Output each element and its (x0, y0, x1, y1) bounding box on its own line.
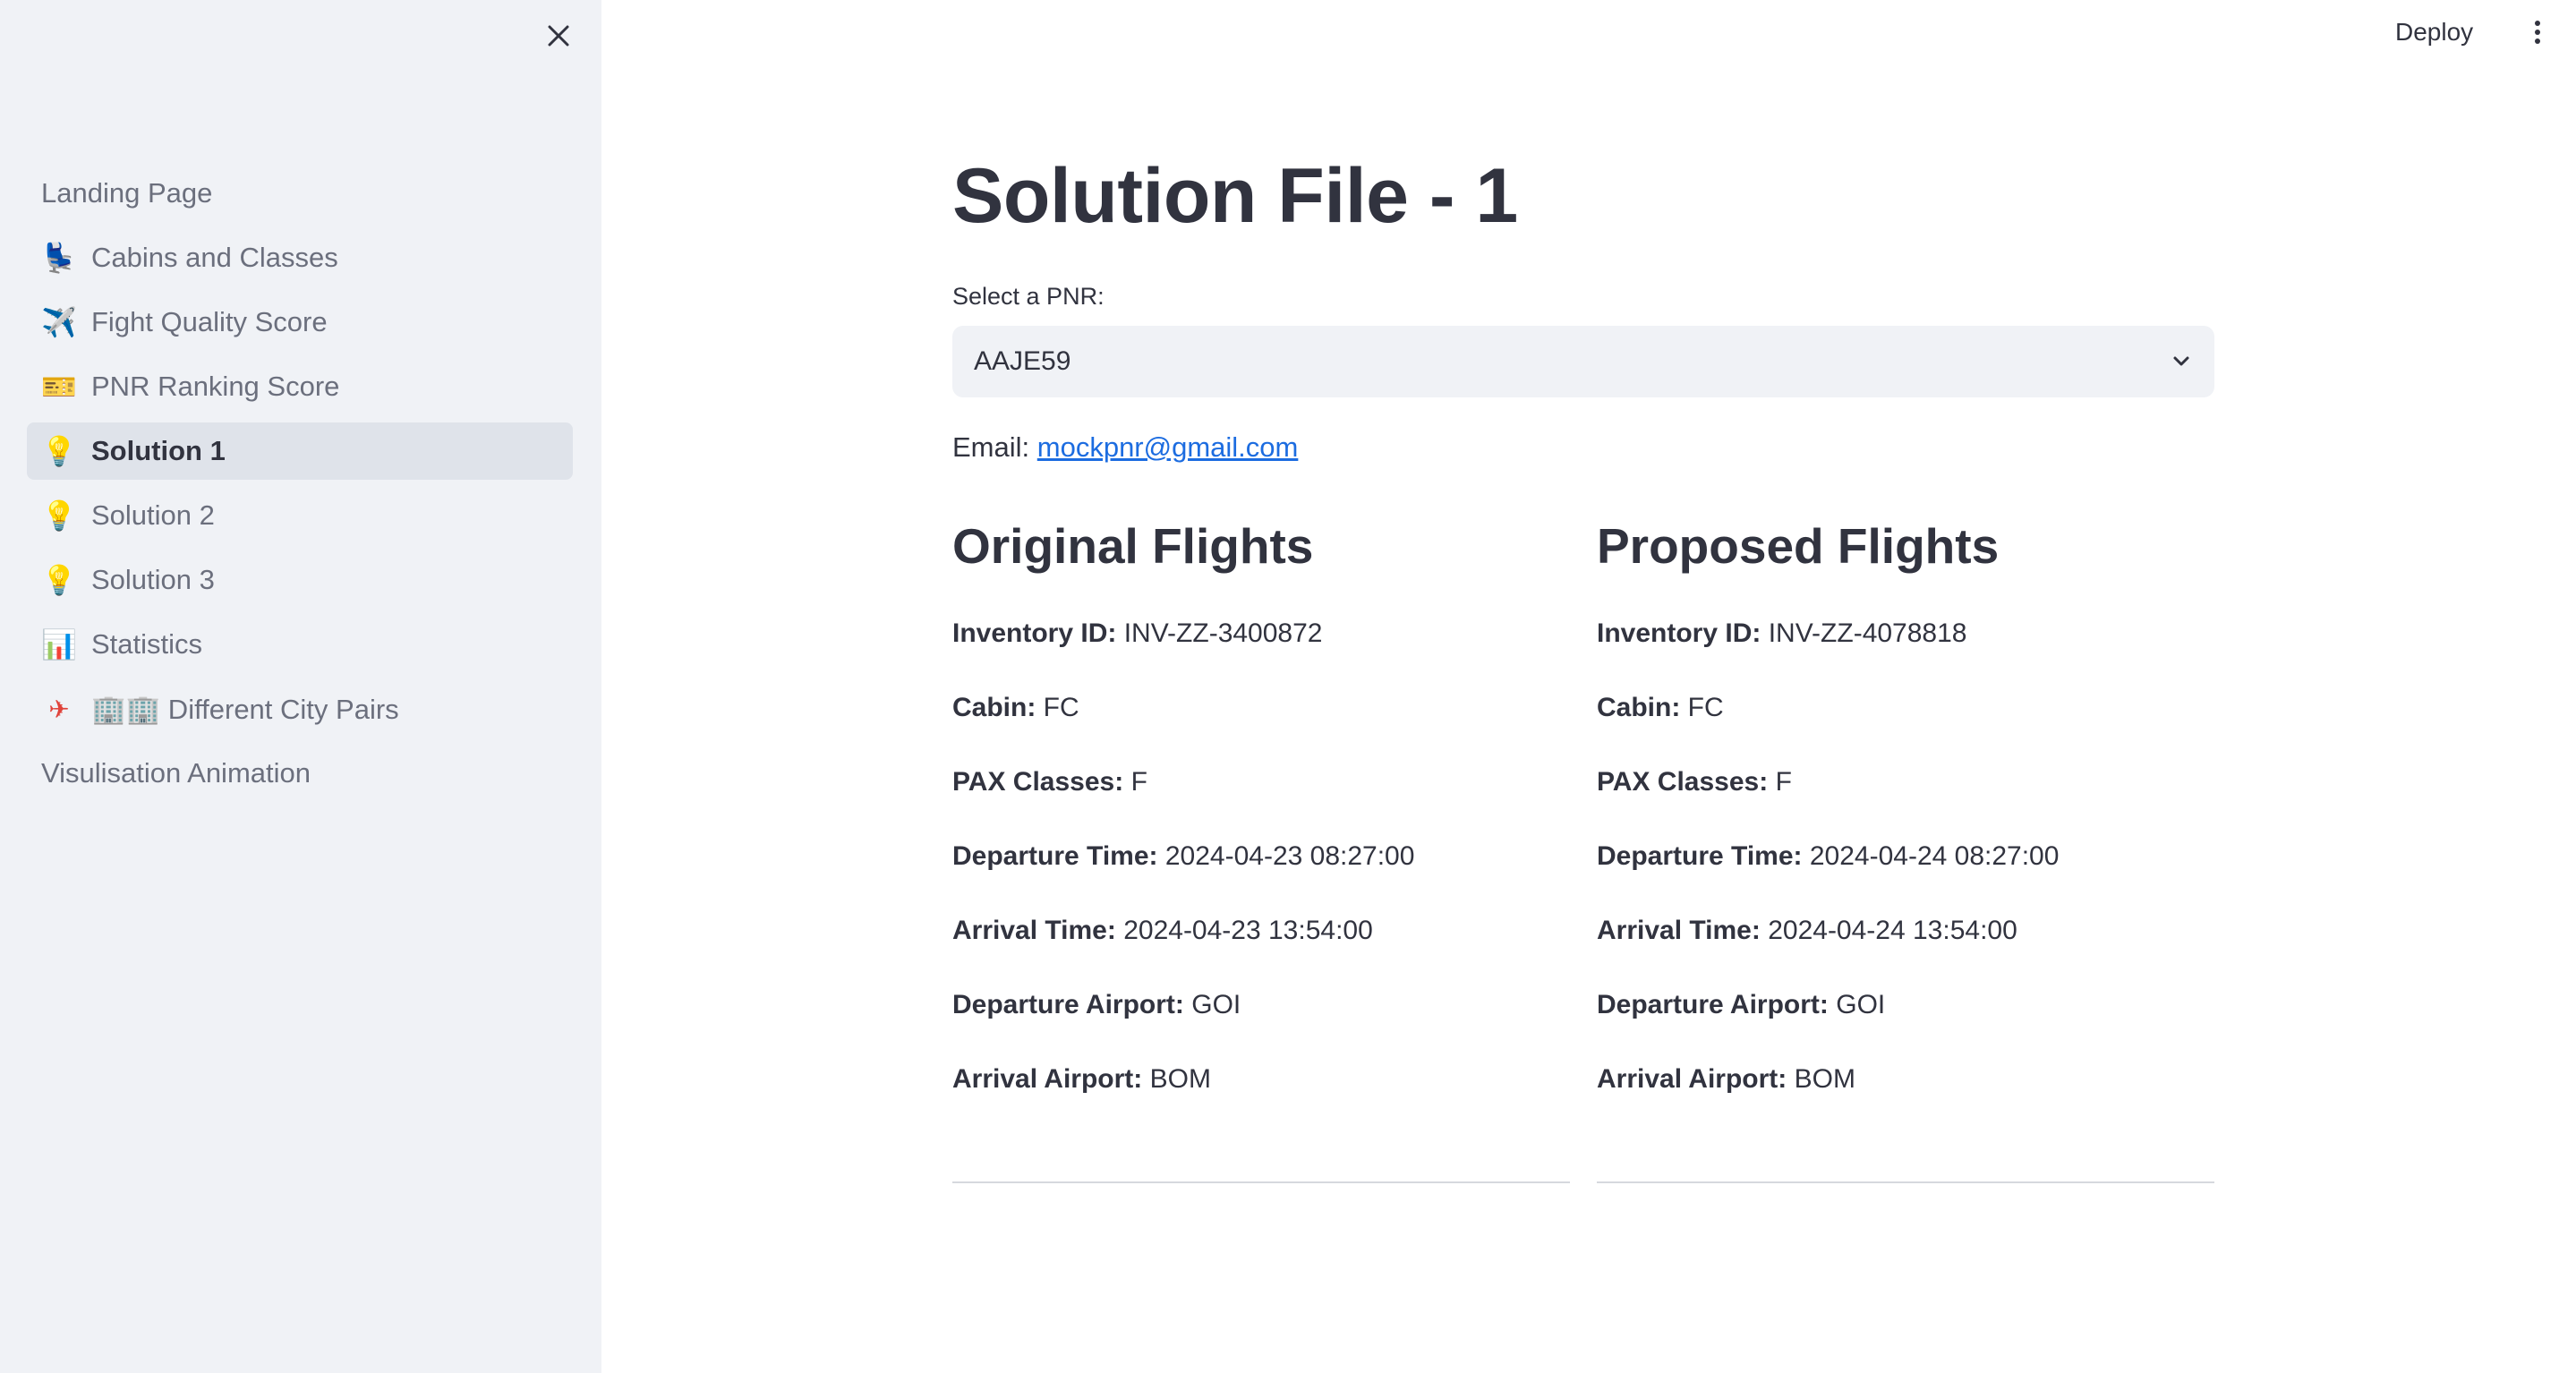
pnr-select[interactable]: AAJE59 (952, 326, 2214, 397)
sidebar-item-label: Visulisation Animation (41, 757, 311, 789)
field-pax-classes: PAX Classes: F (1597, 764, 2214, 800)
field-label: Arrival Airport: (952, 1064, 1143, 1094)
pnr-select-value: AAJE59 (974, 346, 1071, 376)
field-label: Departure Airport: (952, 990, 1184, 1019)
lightbulb-icon: 💡 (41, 499, 77, 532)
field-label: Inventory ID: (952, 618, 1117, 648)
field-value: BOM (1149, 1064, 1211, 1094)
field-value: FC (1043, 693, 1079, 722)
email-line: Email: mockpnr@gmail.com (952, 431, 1298, 464)
field-value: 2024-04-24 13:54:00 (1768, 916, 2017, 945)
app-window: Landing Page 💺 Cabins and Classes ✈️ Fig… (0, 0, 2576, 1373)
sidebar-item-label: Cabins and Classes (91, 242, 338, 273)
sidebar-item-different-city-pairs[interactable]: ✈ 🏢🏢 Different City Pairs (27, 680, 573, 738)
field-label: Cabin: (1597, 693, 1681, 722)
field-label: Arrival Time: (952, 916, 1116, 945)
sidebar-item-label: 🏢🏢 Different City Pairs (91, 693, 399, 725)
original-flights-column: Original Flights Inventory ID: INV-ZZ-34… (952, 510, 1570, 1136)
field-label: PAX Classes: (952, 767, 1124, 797)
pnr-select-label: Select a PNR: (952, 283, 1105, 310)
field-label: Departure Airport: (1597, 990, 1829, 1019)
field-value: INV-ZZ-4078818 (1768, 618, 1967, 648)
field-label: Departure Time: (1597, 841, 1803, 871)
sidebar: Landing Page 💺 Cabins and Classes ✈️ Fig… (0, 0, 601, 1373)
field-departure-time: Departure Time: 2024-04-24 08:27:00 (1597, 839, 2214, 874)
sidebar-item-statistics[interactable]: 📊 Statistics (27, 616, 573, 673)
sidebar-item-label: Fight Quality Score (91, 306, 328, 337)
close-sidebar-button[interactable] (541, 18, 576, 54)
field-label: Arrival Airport: (1597, 1064, 1787, 1094)
airplane-icon: ✈️ (41, 306, 77, 338)
sidebar-item-label: Landing Page (41, 177, 213, 209)
lightbulb-icon: 💡 (41, 564, 77, 596)
sidebar-item-label: Solution 1 (91, 435, 226, 466)
field-label: Departure Time: (952, 841, 1158, 871)
sidebar-item-label: Solution 3 (91, 564, 215, 595)
sidebar-item-solution-3[interactable]: 💡 Solution 3 (27, 551, 573, 609)
deploy-button[interactable]: Deploy (2395, 14, 2473, 50)
sidebar-item-flight-quality-score[interactable]: ✈️ Fight Quality Score (27, 294, 573, 351)
field-inventory-id: Inventory ID: INV-ZZ-4078818 (1597, 616, 2214, 652)
field-pax-classes: PAX Classes: F (952, 764, 1570, 800)
sidebar-item-solution-1[interactable]: 💡 Solution 1 (27, 422, 573, 480)
field-label: Arrival Time: (1597, 916, 1761, 945)
proposed-flights-column: Proposed Flights Inventory ID: INV-ZZ-40… (1597, 510, 2214, 1136)
main-menu-button[interactable] (2524, 14, 2551, 50)
field-label: PAX Classes: (1597, 767, 1769, 797)
dot (2535, 30, 2540, 35)
email-link[interactable]: mockpnr@gmail.com (1037, 431, 1299, 463)
field-value: GOI (1836, 990, 1886, 1019)
ticket-icon: 🎫 (41, 371, 77, 403)
seat-icon: 💺 (41, 242, 77, 274)
email-label: Email: (952, 431, 1030, 463)
sidebar-item-label: Statistics (91, 628, 203, 660)
field-value: 2024-04-23 13:54:00 (1123, 916, 1373, 945)
page-title: Solution File - 1 (952, 153, 1518, 239)
field-arrival-airport: Arrival Airport: BOM (952, 1062, 1570, 1097)
field-departure-airport: Departure Airport: GOI (952, 987, 1570, 1023)
field-value: 2024-04-23 08:27:00 (1164, 841, 1415, 871)
field-value: INV-ZZ-3400872 (1123, 618, 1323, 648)
field-value: FC (1687, 693, 1724, 722)
dot (2535, 21, 2540, 26)
field-label: Inventory ID: (1597, 618, 1761, 648)
divider (952, 1181, 1570, 1183)
sidebar-item-label: PNR Ranking Score (91, 371, 340, 402)
close-icon (548, 25, 569, 47)
field-value: GOI (1191, 990, 1241, 1019)
field-arrival-time: Arrival Time: 2024-04-24 13:54:00 (1597, 913, 2214, 949)
sidebar-item-pnr-ranking-score[interactable]: 🎫 PNR Ranking Score (27, 358, 573, 415)
sidebar-item-landing-page[interactable]: Landing Page (27, 165, 573, 222)
field-value: F (1130, 767, 1147, 797)
field-value: F (1775, 767, 1792, 797)
field-departure-time: Departure Time: 2024-04-23 08:27:00 (952, 839, 1570, 874)
field-arrival-time: Arrival Time: 2024-04-23 13:54:00 (952, 913, 1570, 949)
divider (1597, 1181, 2214, 1183)
sidebar-item-label: Solution 2 (91, 499, 215, 531)
sidebar-item-visualisation-animation[interactable]: Visulisation Animation (27, 745, 573, 802)
dot (2535, 38, 2540, 44)
proposed-flights-heading: Proposed Flights (1597, 518, 2000, 574)
field-inventory-id: Inventory ID: INV-ZZ-3400872 (952, 616, 1570, 652)
field-cabin: Cabin: FC (952, 690, 1570, 726)
field-arrival-airport: Arrival Airport: BOM (1597, 1062, 2214, 1097)
bar-chart-icon: 📊 (41, 628, 77, 661)
lightbulb-icon: 💡 (41, 435, 77, 467)
airplane-icon: ✈ (48, 695, 70, 723)
sidebar-item-cabins-and-classes[interactable]: 💺 Cabins and Classes (27, 229, 573, 286)
field-label: Cabin: (952, 693, 1036, 722)
original-flights-heading: Original Flights (952, 518, 1314, 574)
field-cabin: Cabin: FC (1597, 690, 2214, 726)
sidebar-item-solution-2[interactable]: 💡 Solution 2 (27, 487, 573, 544)
sidebar-nav: Landing Page 💺 Cabins and Classes ✈️ Fig… (27, 165, 573, 809)
field-departure-airport: Departure Airport: GOI (1597, 987, 2214, 1023)
field-value: BOM (1794, 1064, 1855, 1094)
chevron-down-icon (2173, 356, 2189, 366)
field-value: 2024-04-24 08:27:00 (1809, 841, 2060, 871)
